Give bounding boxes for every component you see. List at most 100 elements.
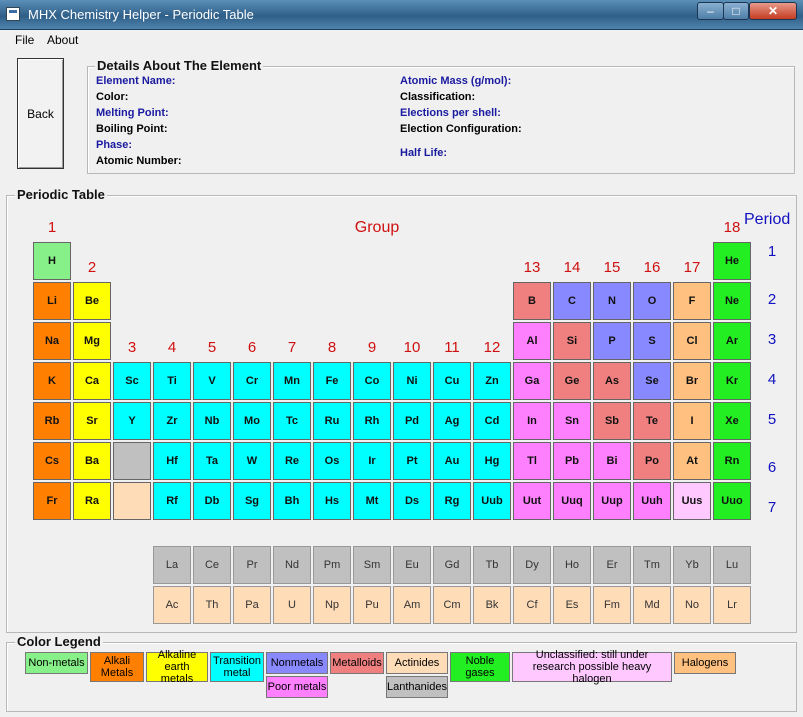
actinide-tile[interactable]: Th (193, 586, 231, 624)
element-tile[interactable]: Ti (153, 362, 191, 400)
element-tile[interactable]: Tl (513, 442, 551, 480)
element-tile[interactable]: Mg (73, 322, 111, 360)
element-tile[interactable]: Se (633, 362, 671, 400)
element-tile[interactable]: Na (33, 322, 71, 360)
element-tile[interactable]: Ar (713, 322, 751, 360)
lanthanide-tile[interactable]: Pm (313, 546, 351, 584)
element-tile[interactable]: Uup (593, 482, 631, 520)
actinide-tile[interactable]: Lr (713, 586, 751, 624)
actinide-tile[interactable]: U (273, 586, 311, 624)
element-tile[interactable]: Rh (353, 402, 391, 440)
lanthanide-tile[interactable]: Ho (553, 546, 591, 584)
element-tile[interactable]: Hf (153, 442, 191, 480)
element-tile[interactable]: P (593, 322, 631, 360)
menu-about[interactable]: About (47, 33, 78, 47)
actinide-tile[interactable]: Cm (433, 586, 471, 624)
element-tile[interactable]: Y (113, 402, 151, 440)
element-tile[interactable]: Ne (713, 282, 751, 320)
element-tile[interactable]: Ir (353, 442, 391, 480)
element-tile[interactable]: Ru (313, 402, 351, 440)
menu-file[interactable]: File (15, 33, 34, 47)
element-tile[interactable]: Cr (233, 362, 271, 400)
element-tile[interactable]: Cl (673, 322, 711, 360)
element-tile[interactable]: Zn (473, 362, 511, 400)
element-tile[interactable]: Hs (313, 482, 351, 520)
lanthanide-tile[interactable]: Sm (353, 546, 391, 584)
actinide-tile[interactable]: Cf (513, 586, 551, 624)
element-tile[interactable]: K (33, 362, 71, 400)
element-tile[interactable]: Rn (713, 442, 751, 480)
lanthanide-tile[interactable]: Ce (193, 546, 231, 584)
element-tile[interactable]: V (193, 362, 231, 400)
element-tile[interactable]: Pb (553, 442, 591, 480)
actinide-tile[interactable]: Es (553, 586, 591, 624)
element-tile[interactable]: Uub (473, 482, 511, 520)
element-tile[interactable]: C (553, 282, 591, 320)
lanthanide-tile[interactable]: Tb (473, 546, 511, 584)
lanthanide-tile[interactable]: Yb (673, 546, 711, 584)
actinide-tile[interactable]: Bk (473, 586, 511, 624)
element-tile[interactable]: Fe (313, 362, 351, 400)
actinide-tile[interactable]: Ac (153, 586, 191, 624)
element-tile[interactable]: F (673, 282, 711, 320)
element-tile[interactable]: Co (353, 362, 391, 400)
element-tile[interactable]: Ga (513, 362, 551, 400)
element-tile[interactable]: Sc (113, 362, 151, 400)
element-tile[interactable]: I (673, 402, 711, 440)
maximize-button[interactable]: □ (723, 2, 749, 20)
element-tile[interactable] (113, 442, 151, 480)
element-tile[interactable]: Sr (73, 402, 111, 440)
element-tile[interactable]: Cu (433, 362, 471, 400)
element-tile[interactable]: Mt (353, 482, 391, 520)
element-tile[interactable]: Br (673, 362, 711, 400)
element-tile[interactable]: Rb (33, 402, 71, 440)
element-tile[interactable]: In (513, 402, 551, 440)
element-tile[interactable]: Uuo (713, 482, 751, 520)
element-tile[interactable]: Po (633, 442, 671, 480)
actinide-tile[interactable]: Pu (353, 586, 391, 624)
element-tile[interactable]: Ds (393, 482, 431, 520)
element-tile[interactable]: Mn (273, 362, 311, 400)
element-tile[interactable]: As (593, 362, 631, 400)
element-tile[interactable]: Li (33, 282, 71, 320)
close-button[interactable]: ✕ (749, 2, 797, 20)
app-icon[interactable] (6, 7, 20, 21)
element-tile[interactable]: Ta (193, 442, 231, 480)
element-tile[interactable]: Kr (713, 362, 751, 400)
minimize-button[interactable]: – (697, 2, 724, 20)
element-tile[interactable]: Uut (513, 482, 551, 520)
element-tile[interactable]: Ge (553, 362, 591, 400)
actinide-tile[interactable]: Pa (233, 586, 271, 624)
element-tile[interactable]: Ba (73, 442, 111, 480)
lanthanide-tile[interactable]: Dy (513, 546, 551, 584)
element-tile[interactable]: Sn (553, 402, 591, 440)
element-tile[interactable]: Re (273, 442, 311, 480)
actinide-tile[interactable]: No (673, 586, 711, 624)
element-tile[interactable]: S (633, 322, 671, 360)
element-tile[interactable]: Rg (433, 482, 471, 520)
element-tile[interactable]: Ca (73, 362, 111, 400)
element-tile[interactable]: Cs (33, 442, 71, 480)
element-tile[interactable]: Ra (73, 482, 111, 520)
lanthanide-tile[interactable]: Lu (713, 546, 751, 584)
element-tile[interactable]: Nb (193, 402, 231, 440)
element-tile[interactable]: Ag (433, 402, 471, 440)
lanthanide-tile[interactable]: Eu (393, 546, 431, 584)
element-tile[interactable]: B (513, 282, 551, 320)
lanthanide-tile[interactable]: Er (593, 546, 631, 584)
element-tile[interactable]: Ni (393, 362, 431, 400)
element-tile[interactable]: Hg (473, 442, 511, 480)
actinide-tile[interactable]: Am (393, 586, 431, 624)
element-tile[interactable]: Xe (713, 402, 751, 440)
element-tile[interactable]: Tc (273, 402, 311, 440)
element-tile[interactable]: O (633, 282, 671, 320)
element-tile[interactable]: Sb (593, 402, 631, 440)
element-tile[interactable]: N (593, 282, 631, 320)
element-tile[interactable]: Uus (673, 482, 711, 520)
element-tile[interactable]: Pd (393, 402, 431, 440)
element-tile[interactable]: Be (73, 282, 111, 320)
lanthanide-tile[interactable]: La (153, 546, 191, 584)
element-tile[interactable]: Cd (473, 402, 511, 440)
element-tile[interactable]: Uuh (633, 482, 671, 520)
element-tile[interactable]: Fr (33, 482, 71, 520)
